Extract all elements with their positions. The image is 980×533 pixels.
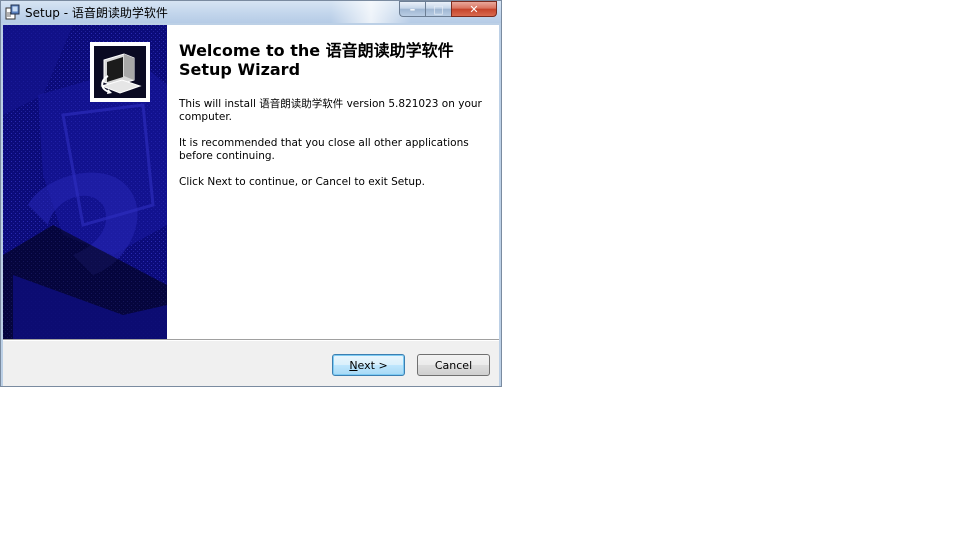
continue-instructions-text: Click Next to continue, or Cancel to exi…	[179, 176, 425, 188]
setup-window: Setup - 语音朗读助学软件 – □ ✕ Welcome to the 语音…	[0, 0, 502, 387]
close-apps-text: It is recommended that you close all oth…	[179, 137, 469, 162]
title-bar[interactable]: Setup - 语音朗读助学软件 – □ ✕	[1, 1, 501, 23]
next-button-mnemonic: N	[349, 358, 358, 372]
window-title: Setup - 语音朗读助学软件	[25, 6, 168, 20]
close-icon: ✕	[469, 2, 479, 16]
close-button[interactable]: ✕	[451, 1, 497, 17]
button-area-divider-highlight	[3, 340, 499, 341]
minimize-icon: –	[409, 2, 416, 16]
wizard-content: Welcome to the 语音朗读助学软件 Setup Wizard Thi…	[167, 25, 499, 339]
next-button[interactable]: Next >	[332, 354, 405, 376]
cancel-button-label: Cancel	[434, 358, 473, 372]
wizard-heading: Welcome to the 语音朗读助学软件 Setup Wizard	[179, 41, 454, 79]
maximize-button[interactable]: □	[425, 1, 451, 17]
minimize-button[interactable]: –	[399, 1, 425, 17]
wizard-side-image	[3, 25, 167, 339]
install-info-text: This will install 语音朗读助学软件 version 5.821…	[179, 98, 482, 123]
next-button-label: ext >	[357, 358, 388, 372]
setup-app-icon[interactable]	[5, 4, 21, 20]
wizard-logo	[90, 42, 150, 102]
cancel-button[interactable]: Cancel	[417, 354, 490, 376]
maximize-icon: □	[433, 2, 444, 16]
wizard-client-area: Welcome to the 语音朗读助学软件 Setup Wizard Thi…	[3, 25, 499, 386]
computer-install-icon	[94, 46, 146, 98]
caption-buttons: – □ ✕	[399, 1, 497, 18]
